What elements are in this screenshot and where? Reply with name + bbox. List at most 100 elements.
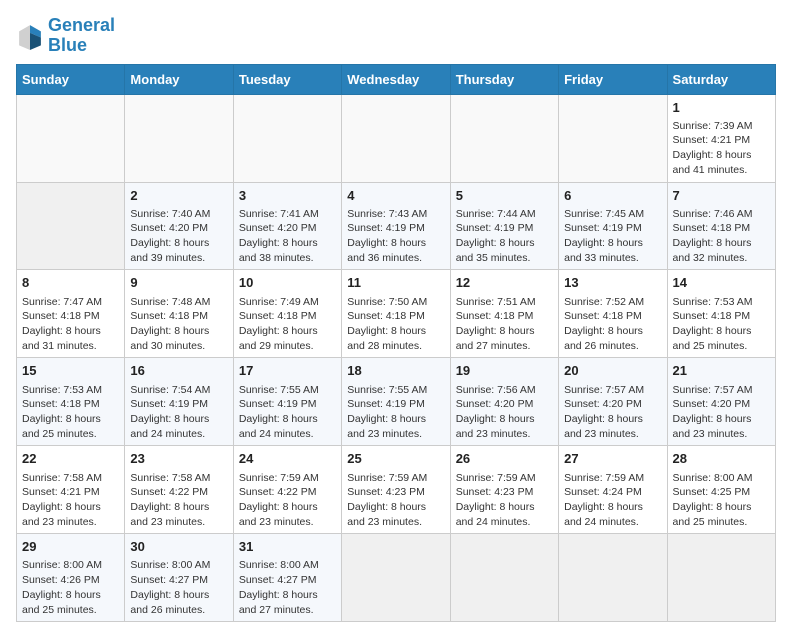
calendar-day: 19 Sunrise: 7:56 AMSunset: 4:20 PMDayligh… (450, 358, 558, 446)
calendar-day: 11 Sunrise: 7:50 AMSunset: 4:18 PMDayligh… (342, 270, 450, 358)
calendar-week: 22Sunrise: 7:58 AMSunset: 4:21 PMDayligh… (17, 446, 776, 534)
calendar-day: 25 Sunrise: 7:59 AMSunset: 4:23 PMDayligh… (342, 446, 450, 534)
day-info: Sunrise: 7:49 AMSunset: 4:18 PMDaylight:… (239, 295, 336, 354)
weekday-header: Friday (559, 64, 667, 94)
day-number: 19 (456, 362, 553, 380)
day-info: Sunrise: 7:52 AMSunset: 4:18 PMDaylight:… (564, 295, 661, 354)
day-info: Sunrise: 7:56 AMSunset: 4:20 PMDaylight:… (456, 383, 553, 442)
calendar-day: 24 Sunrise: 7:59 AMSunset: 4:22 PMDayligh… (233, 446, 341, 534)
day-info: Sunrise: 7:50 AMSunset: 4:18 PMDaylight:… (347, 295, 444, 354)
day-info: Sunrise: 7:43 AMSunset: 4:19 PMDaylight:… (347, 207, 444, 266)
calendar-day: 4 Sunrise: 7:43 AMSunset: 4:19 PMDaylight… (342, 182, 450, 270)
day-number: 31 (239, 538, 336, 556)
calendar-day: 16Sunrise: 7:54 AMSunset: 4:19 PMDayligh… (125, 358, 233, 446)
calendar-day: 5 Sunrise: 7:44 AMSunset: 4:19 PMDaylight… (450, 182, 558, 270)
day-info: Sunrise: 7:44 AMSunset: 4:19 PMDaylight:… (456, 207, 553, 266)
day-number: 30 (130, 538, 227, 556)
day-info: Sunrise: 8:00 AMSunset: 4:26 PMDaylight:… (22, 558, 119, 617)
day-info: Sunrise: 7:39 AMSunset: 4:21 PMDaylight:… (673, 119, 770, 178)
day-number: 15 (22, 362, 119, 380)
day-info: Sunrise: 7:53 AMSunset: 4:18 PMDaylight:… (22, 383, 119, 442)
day-number: 18 (347, 362, 444, 380)
logo: General Blue (16, 16, 115, 56)
day-info: Sunrise: 8:00 AMSunset: 4:27 PMDaylight:… (130, 558, 227, 617)
weekday-header: Monday (125, 64, 233, 94)
day-number: 29 (22, 538, 119, 556)
day-info: Sunrise: 7:45 AMSunset: 4:19 PMDaylight:… (564, 207, 661, 266)
day-number: 12 (456, 274, 553, 292)
day-info: Sunrise: 7:59 AMSunset: 4:24 PMDaylight:… (564, 471, 661, 530)
day-number: 9 (130, 274, 227, 292)
calendar-day (342, 534, 450, 622)
day-info: Sunrise: 7:58 AMSunset: 4:22 PMDaylight:… (130, 471, 227, 530)
calendar-day: 8Sunrise: 7:47 AMSunset: 4:18 PMDaylight… (17, 270, 125, 358)
calendar-day: 28Sunrise: 8:00 AMSunset: 4:25 PMDayligh… (667, 446, 775, 534)
calendar-week: 8Sunrise: 7:47 AMSunset: 4:18 PMDaylight… (17, 270, 776, 358)
day-number: 24 (239, 450, 336, 468)
day-info: Sunrise: 7:59 AMSunset: 4:23 PMDaylight:… (347, 471, 444, 530)
calendar-week: 15 Sunrise: 7:53 AMSunset: 4:18 PMDayligh… (17, 358, 776, 446)
calendar-week: 2 Sunrise: 7:40 AMSunset: 4:20 PMDaylight… (17, 182, 776, 270)
calendar-day: 9 Sunrise: 7:48 AMSunset: 4:18 PMDaylight… (125, 270, 233, 358)
day-number: 25 (347, 450, 444, 468)
day-info: Sunrise: 7:57 AMSunset: 4:20 PMDaylight:… (564, 383, 661, 442)
calendar-day: 17 Sunrise: 7:55 AMSunset: 4:19 PMDayligh… (233, 358, 341, 446)
day-info: Sunrise: 7:55 AMSunset: 4:19 PMDaylight:… (347, 383, 444, 442)
calendar-day (667, 534, 775, 622)
day-info: Sunrise: 7:55 AMSunset: 4:19 PMDaylight:… (239, 383, 336, 442)
day-number: 10 (239, 274, 336, 292)
day-info: Sunrise: 8:00 AMSunset: 4:27 PMDaylight:… (239, 558, 336, 617)
calendar-day (559, 94, 667, 182)
day-number: 26 (456, 450, 553, 468)
day-number: 22 (22, 450, 119, 468)
day-number: 2 (130, 187, 227, 205)
calendar-day (450, 534, 558, 622)
calendar-header: SundayMondayTuesdayWednesdayThursdayFrid… (17, 64, 776, 94)
calendar-day (17, 182, 125, 270)
calendar-day: 30 Sunrise: 8:00 AMSunset: 4:27 PMDayligh… (125, 534, 233, 622)
calendar-day: 13Sunrise: 7:52 AMSunset: 4:18 PMDayligh… (559, 270, 667, 358)
day-info: Sunrise: 7:54 AMSunset: 4:19 PMDaylight:… (130, 383, 227, 442)
calendar-day (342, 94, 450, 182)
day-number: 7 (673, 187, 770, 205)
weekday-header: Thursday (450, 64, 558, 94)
calendar-day: 27 Sunrise: 7:59 AMSunset: 4:24 PMDayligh… (559, 446, 667, 534)
day-info: Sunrise: 7:57 AMSunset: 4:20 PMDaylight:… (673, 383, 770, 442)
day-info: Sunrise: 7:53 AMSunset: 4:18 PMDaylight:… (673, 295, 770, 354)
day-number: 23 (130, 450, 227, 468)
calendar-day: 12 Sunrise: 7:51 AMSunset: 4:18 PMDayligh… (450, 270, 558, 358)
day-info: Sunrise: 7:51 AMSunset: 4:18 PMDaylight:… (456, 295, 553, 354)
day-number: 17 (239, 362, 336, 380)
calendar-week: 1 Sunrise: 7:39 AMSunset: 4:21 PMDaylight… (17, 94, 776, 182)
day-info: Sunrise: 7:40 AMSunset: 4:20 PMDaylight:… (130, 207, 227, 266)
calendar-week: 29 Sunrise: 8:00 AMSunset: 4:26 PMDayligh… (17, 534, 776, 622)
logo-text: General Blue (48, 16, 115, 56)
day-info: Sunrise: 7:59 AMSunset: 4:23 PMDaylight:… (456, 471, 553, 530)
day-number: 11 (347, 274, 444, 292)
day-number: 4 (347, 187, 444, 205)
calendar-day: 3Sunrise: 7:41 AMSunset: 4:20 PMDaylight… (233, 182, 341, 270)
calendar-day (559, 534, 667, 622)
day-number: 1 (673, 99, 770, 117)
weekday-header: Wednesday (342, 64, 450, 94)
calendar-body: 1 Sunrise: 7:39 AMSunset: 4:21 PMDaylight… (17, 94, 776, 622)
page-header: General Blue (16, 16, 776, 56)
weekday-header: Sunday (17, 64, 125, 94)
day-info: Sunrise: 7:41 AMSunset: 4:20 PMDaylight:… (239, 207, 336, 266)
day-info: Sunrise: 7:46 AMSunset: 4:18 PMDaylight:… (673, 207, 770, 266)
calendar-day (125, 94, 233, 182)
day-number: 5 (456, 187, 553, 205)
calendar-day: 29 Sunrise: 8:00 AMSunset: 4:26 PMDayligh… (17, 534, 125, 622)
calendar-day: 20Sunrise: 7:57 AMSunset: 4:20 PMDayligh… (559, 358, 667, 446)
day-number: 27 (564, 450, 661, 468)
day-info: Sunrise: 7:48 AMSunset: 4:18 PMDaylight:… (130, 295, 227, 354)
day-info: Sunrise: 7:59 AMSunset: 4:22 PMDaylight:… (239, 471, 336, 530)
day-number: 28 (673, 450, 770, 468)
calendar-day: 1 Sunrise: 7:39 AMSunset: 4:21 PMDaylight… (667, 94, 775, 182)
calendar-day: 6Sunrise: 7:45 AMSunset: 4:19 PMDaylight… (559, 182, 667, 270)
calendar-day: 21Sunrise: 7:57 AMSunset: 4:20 PMDayligh… (667, 358, 775, 446)
calendar-day: 7 Sunrise: 7:46 AMSunset: 4:18 PMDaylight… (667, 182, 775, 270)
calendar-day: 22Sunrise: 7:58 AMSunset: 4:21 PMDayligh… (17, 446, 125, 534)
calendar-day: 18 Sunrise: 7:55 AMSunset: 4:19 PMDayligh… (342, 358, 450, 446)
calendar-day (17, 94, 125, 182)
